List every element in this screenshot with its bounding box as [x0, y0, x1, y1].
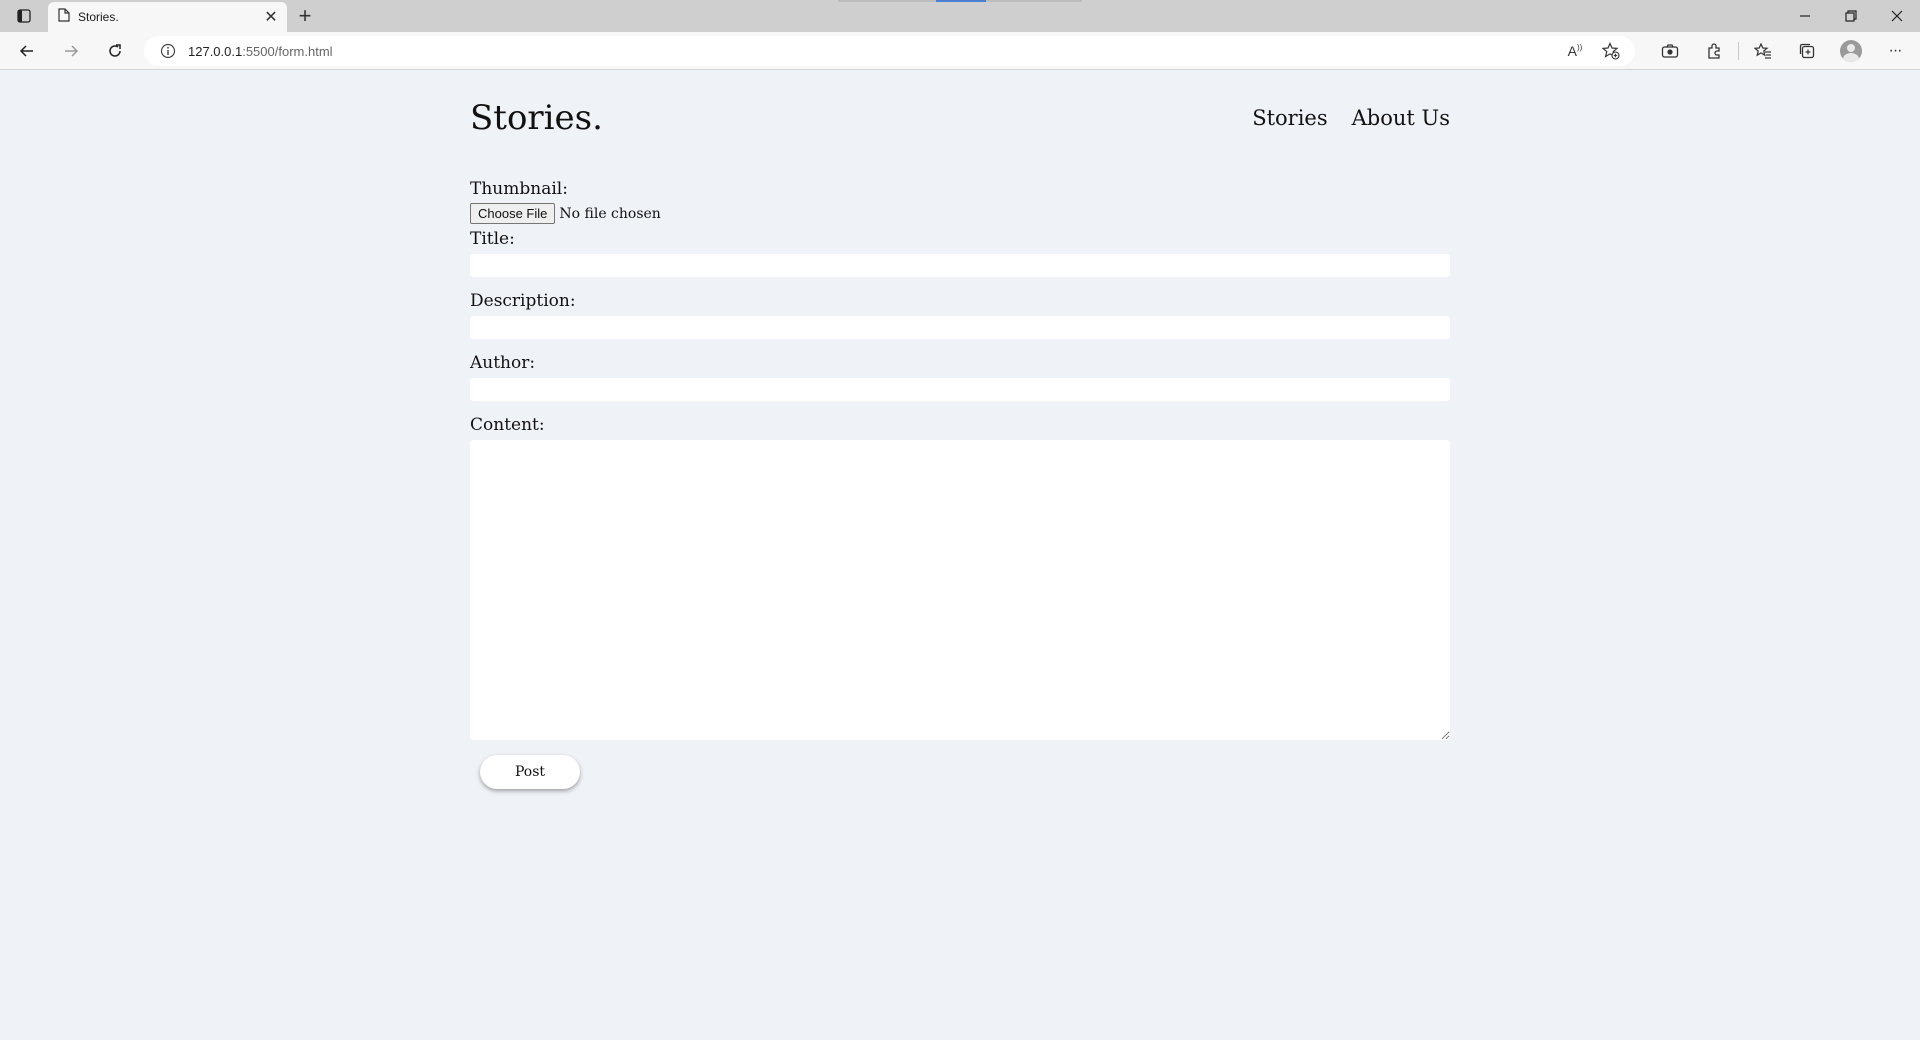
site-nav: Stories About Us — [1252, 106, 1450, 130]
sidebar-icon[interactable] — [12, 6, 36, 26]
forward-arrow-icon[interactable] — [56, 37, 86, 65]
thumbnail-file-input: Choose File No file chosen — [470, 203, 1450, 224]
more-icon[interactable]: ··· — [1873, 37, 1917, 65]
nav-link-stories[interactable]: Stories — [1252, 106, 1327, 130]
read-aloud-icon[interactable]: A)) — [1561, 40, 1589, 62]
read-aloud-glyph: A — [1567, 43, 1577, 59]
toolbar-icons: ··· — [1648, 37, 1917, 65]
add-favorite-icon[interactable] — [1597, 40, 1625, 62]
title-label: Title: — [470, 229, 515, 249]
nav-link-about-us[interactable]: About Us — [1352, 106, 1450, 130]
info-icon[interactable] — [160, 43, 176, 59]
more-glyph: ··· — [1888, 42, 1903, 59]
reload-icon[interactable] — [100, 37, 130, 65]
post-button[interactable]: Post — [480, 755, 580, 789]
url-text[interactable]: 127.0.0.1:5500/form.html — [188, 44, 333, 59]
tab-close-icon[interactable]: ✕ — [259, 5, 283, 29]
description-input[interactable] — [470, 316, 1450, 339]
author-input[interactable] — [470, 378, 1450, 401]
title-input[interactable] — [470, 254, 1450, 277]
file-status-text: No file chosen — [559, 205, 661, 222]
tab-title: Stories. — [78, 10, 119, 24]
thumbnail-label: Thumbnail: — [470, 179, 568, 199]
extensions-icon[interactable] — [1692, 37, 1736, 65]
active-tab[interactable]: Stories. ✕ — [48, 2, 287, 32]
browser-toolbar: 127.0.0.1:5500/form.html A)) ··· — [0, 32, 1920, 70]
url-path: :5500/form.html — [242, 43, 333, 59]
back-arrow-icon[interactable] — [12, 37, 42, 65]
tab-strip: Stories. ✕ + — [0, 0, 1920, 32]
window-controls — [1782, 0, 1920, 32]
close-window-icon[interactable] — [1874, 0, 1920, 32]
address-bar[interactable]: 127.0.0.1:5500/form.html A)) — [144, 36, 1635, 66]
author-label: Author: — [470, 353, 536, 373]
new-tab-button[interactable]: + — [292, 4, 318, 28]
choose-file-button[interactable]: Choose File — [470, 203, 556, 224]
avatar — [1840, 40, 1862, 62]
screenshot-icon[interactable] — [1648, 37, 1692, 65]
toolbar-separator — [1738, 42, 1739, 60]
url-host: 127.0.0.1 — [188, 43, 243, 59]
page-viewport: Stories. Stories About Us Thumbnail: Cho… — [0, 71, 1920, 1040]
description-label: Description: — [470, 291, 576, 311]
content-textarea[interactable] — [470, 440, 1450, 740]
content-label: Content: — [470, 415, 545, 435]
window-drag-area — [838, 0, 1082, 2]
profile-icon[interactable] — [1829, 37, 1873, 65]
restore-icon[interactable] — [1828, 0, 1874, 32]
site-brand[interactable]: Stories. — [470, 98, 603, 138]
minimize-icon[interactable] — [1782, 0, 1828, 32]
story-form: Thumbnail: Choose File No file chosen Ti… — [470, 179, 1450, 789]
page-icon — [58, 7, 70, 27]
collections-icon[interactable] — [1785, 37, 1829, 65]
favorites-icon[interactable] — [1741, 37, 1785, 65]
